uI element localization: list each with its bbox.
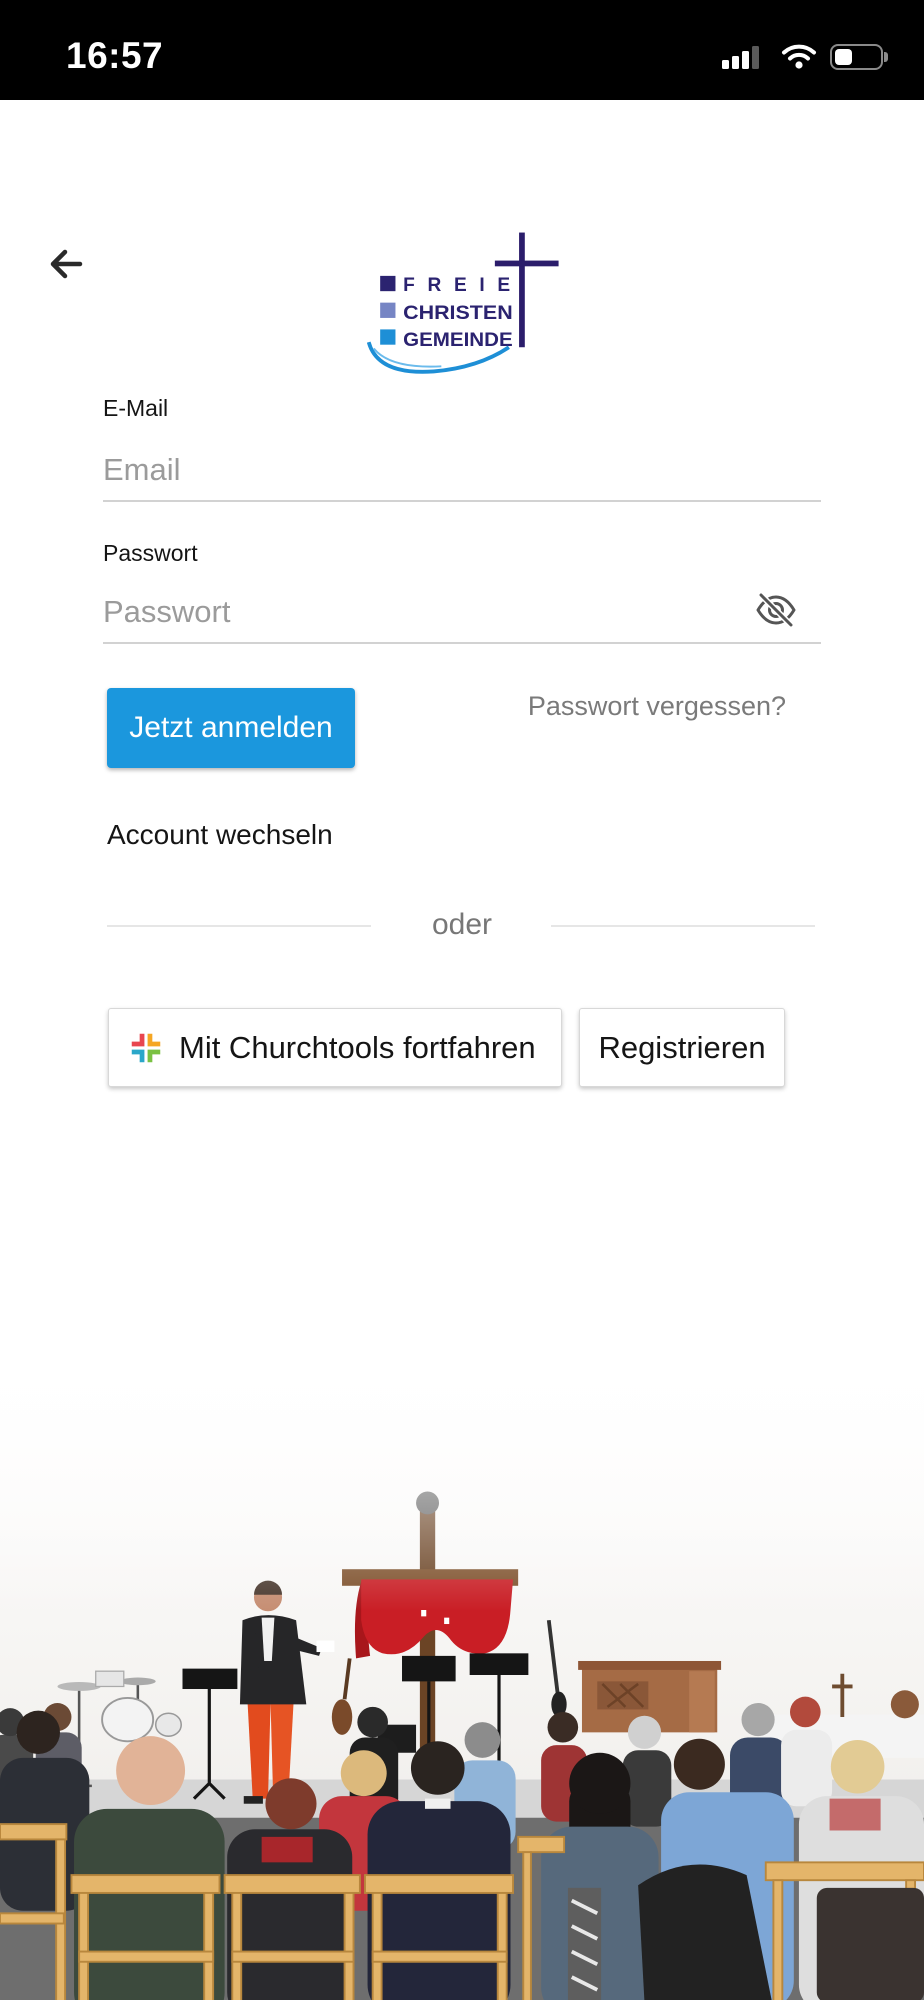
password-visibility-toggle[interactable] xyxy=(752,588,800,632)
forgot-password-link[interactable]: Passwort vergessen? xyxy=(480,689,786,723)
arrow-left-icon xyxy=(50,249,83,279)
divider-line-left xyxy=(107,925,371,927)
logo-square-slate xyxy=(380,302,396,318)
logo-square-navy xyxy=(380,275,396,292)
logo-square-blue xyxy=(380,329,396,345)
email-label: E-Mail xyxy=(103,395,169,421)
church-logo-graphic: FREIE CHRISTEN GEMEINDE xyxy=(367,232,559,374)
back-button[interactable] xyxy=(44,242,92,286)
church-logo: FREIE CHRISTEN GEMEINDE xyxy=(367,230,559,374)
bag xyxy=(816,1887,924,2000)
churchtools-icon xyxy=(131,1033,161,1062)
logo-cross-horizontal xyxy=(494,260,559,267)
churchtools-login-button[interactable]: Mit Churchtools fortfahren xyxy=(108,1008,562,1087)
logo-text-line2: CHRISTEN xyxy=(403,303,513,324)
signal-bar xyxy=(752,46,759,69)
decorative-ball xyxy=(890,1690,919,1719)
login-button[interactable]: Jetzt anmelden xyxy=(107,688,355,768)
password-label: Passwort xyxy=(103,540,198,566)
status-time: 16:57 xyxy=(66,35,164,76)
battery-cap xyxy=(884,52,888,62)
switch-account-link[interactable]: Account wechseln xyxy=(107,818,333,852)
divider-label: oder xyxy=(431,908,493,941)
logo-text-line3: GEMEINDE xyxy=(403,330,513,351)
status-bar: 16:57 xyxy=(0,0,924,100)
signal-bar xyxy=(722,60,729,69)
logo-text-line1: FREIE xyxy=(403,275,510,296)
battery-icon xyxy=(830,44,883,70)
churchtools-button-label: Mit Churchtools fortfahren xyxy=(179,1029,536,1065)
signal-bar xyxy=(742,51,749,69)
eye-off-icon xyxy=(756,592,796,628)
logo-cross-vertical xyxy=(519,232,525,348)
password-input[interactable] xyxy=(103,582,821,644)
cellular-signal-icon xyxy=(722,44,759,69)
patterned-scarf xyxy=(567,1887,602,2000)
church-service-photo xyxy=(0,1350,924,2000)
email-input[interactable] xyxy=(103,440,821,502)
register-button[interactable]: Registrieren xyxy=(579,1008,785,1087)
battery-level-fill xyxy=(835,49,853,65)
signal-bar xyxy=(732,56,739,69)
divider-line-right xyxy=(551,925,815,927)
wifi-icon xyxy=(782,44,816,69)
top-fade xyxy=(0,1350,924,1612)
